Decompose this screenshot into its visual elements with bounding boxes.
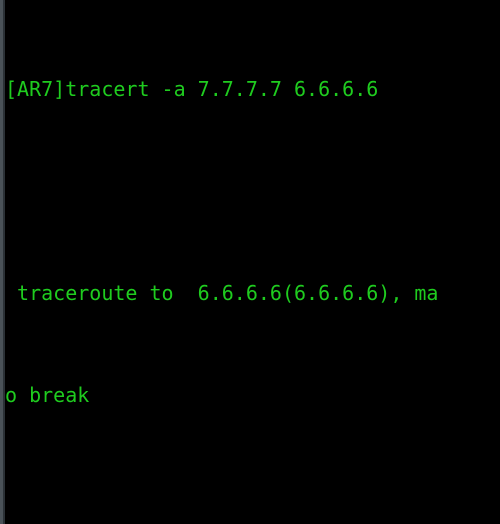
terminal-window[interactable]: [AR7]tracert -a 7.7.7.7 6.6.6.6 tracerou… [0,0,500,524]
terminal-output-area[interactable]: [AR7]tracert -a 7.7.7.7 6.6.6.6 tracerou… [5,0,500,524]
terminal-scrollbar-track-shadow [3,0,5,524]
traceroute-header-line: traceroute to 6.6.6.6(6.6.6.6), ma [5,280,439,305]
traceroute-header-wrap-line: o break [5,382,90,407]
command-prompt-line: [AR7]tracert -a 7.7.7.7 6.6.6.6 [5,76,379,101]
terminal-scrollbar-left-edge[interactable] [0,0,5,524]
